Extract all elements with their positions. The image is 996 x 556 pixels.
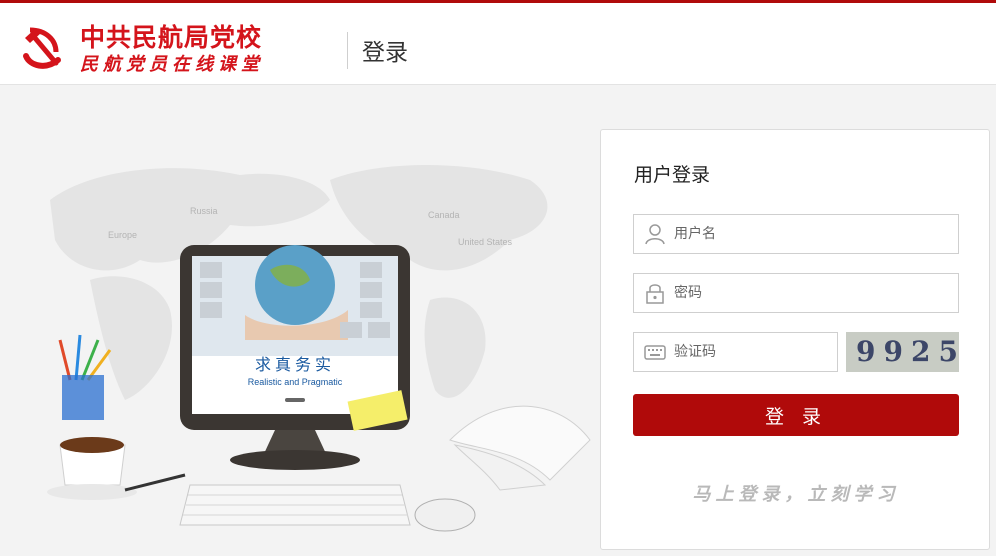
- map-label-europe: Europe: [108, 230, 137, 240]
- org-subtitle: 民航党员在线课堂: [80, 54, 264, 75]
- hero-slogan-en: Realistic and Pragmatic: [248, 377, 343, 387]
- pencil-cup-illustration: [58, 334, 112, 420]
- book-illustration: [449, 405, 591, 491]
- login-panel: 用户登录 9925 登 录 马上登录，立刻学习: [600, 129, 990, 550]
- lock-icon: [646, 284, 664, 304]
- header-divider: [347, 32, 348, 69]
- password-field-container: [633, 273, 959, 313]
- keyboard-icon: [644, 345, 666, 360]
- coffee-cup-illustration: [47, 437, 137, 500]
- captcha-image[interactable]: 9925: [846, 332, 959, 372]
- mouse-illustration: [414, 498, 476, 532]
- monitor-illustration: 求真务实 Realistic and Pragmatic: [180, 245, 410, 470]
- captcha-code: 9925: [856, 335, 959, 368]
- page-title: 登录: [362, 40, 408, 66]
- username-input[interactable]: [674, 215, 950, 253]
- map-label-canada: Canada: [428, 210, 460, 220]
- password-input[interactable]: [674, 274, 950, 312]
- captcha-field-container: [633, 332, 838, 372]
- pen-illustration: [124, 473, 186, 492]
- captcha-input[interactable]: [674, 333, 829, 371]
- site-header: 中共民航局党校 民航党员在线课堂 登录: [0, 3, 996, 85]
- map-label-russia: Russia: [190, 206, 218, 216]
- login-title: 用户登录: [634, 164, 711, 186]
- hero-slogan-cn: 求真务实: [255, 355, 335, 374]
- keyboard-illustration: [179, 484, 411, 526]
- org-name: 中共民航局党校: [80, 23, 263, 52]
- login-footer-slogan: 马上登录，立刻学习: [692, 484, 900, 505]
- map-label-united-states: United States: [458, 237, 513, 247]
- username-field-container: [633, 214, 959, 254]
- user-icon: [645, 224, 665, 245]
- login-button[interactable]: 登 录: [633, 394, 959, 436]
- party-emblem-icon: [17, 21, 67, 71]
- hero-illustration: Russia Europe Canada United States 求真务实 …: [47, 165, 591, 532]
